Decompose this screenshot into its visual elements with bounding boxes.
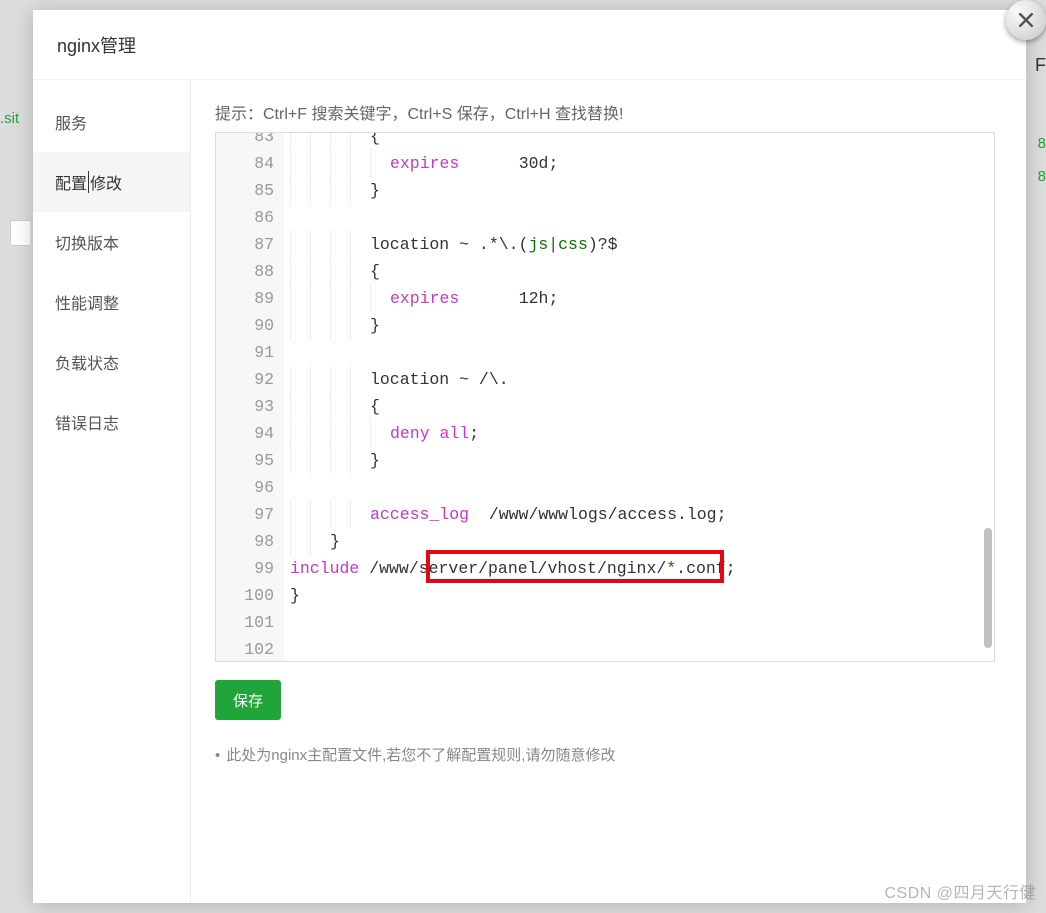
note-text: 此处为nginx主配置文件,若您不了解配置规则,请勿随意修改 [226,747,615,764]
close-icon [1016,10,1036,30]
code-pane[interactable]: {expires 30d;}location ~ .*\.(js|css)?${… [284,132,994,662]
save-button[interactable]: 保存 [215,680,281,720]
sidebar-item-label: 错误日志 [55,410,119,434]
bg-box [10,220,30,246]
editor-body: 8384858687888990919293949596979899100101… [216,132,994,662]
bg-text-sit: .sit [0,110,19,127]
bg-text-f: F [1035,55,1046,76]
bullet-icon: • [215,747,220,764]
modal-body: 服务 配置修改 切换版本 性能调整 负载状态 错误日志 提示：Ctrl+F 搜索… [33,80,1026,903]
sidebar-item-label-pre: 配置 [55,170,87,194]
editor-hint: 提示：Ctrl+F 搜索关键字，Ctrl+S 保存，Ctrl+H 查找替换! [215,100,996,124]
sidebar-item-errorlog[interactable]: 错误日志 [33,392,190,452]
sidebar-item-label: 性能调整 [55,290,119,314]
modal-title: nginx管理 [33,10,1026,80]
sidebar-item-performance[interactable]: 性能调整 [33,272,190,332]
nginx-modal: nginx管理 服务 配置修改 切换版本 性能调整 负载状态 错误日志 提示：C… [33,10,1026,903]
sidebar-item-label: 负载状态 [55,350,119,374]
sidebar-item-version[interactable]: 切换版本 [33,212,190,272]
line-gutter: 8384858687888990919293949596979899100101… [216,132,284,662]
code-editor[interactable]: 8384858687888990919293949596979899100101… [215,132,995,662]
close-button[interactable] [1006,0,1046,40]
text-cursor [88,171,89,193]
bg-num-2: 8 [1038,168,1046,185]
sidebar: 服务 配置修改 切换版本 性能调整 负载状态 错误日志 [33,80,191,903]
content-area: 提示：Ctrl+F 搜索关键字，Ctrl+S 保存，Ctrl+H 查找替换! 8… [191,80,1026,903]
sidebar-item-service[interactable]: 服务 [33,92,190,152]
sidebar-item-config[interactable]: 配置修改 [33,152,190,212]
sidebar-item-label: 切换版本 [55,230,119,254]
sidebar-item-label: 服务 [55,110,87,134]
bg-num-1: 8 [1038,135,1046,152]
scrollbar-thumb[interactable] [984,528,992,648]
sidebar-item-load[interactable]: 负载状态 [33,332,190,392]
config-note: • 此处为nginx主配置文件,若您不了解配置规则,请勿随意修改 [215,744,996,765]
sidebar-item-label-post: 修改 [90,170,122,194]
